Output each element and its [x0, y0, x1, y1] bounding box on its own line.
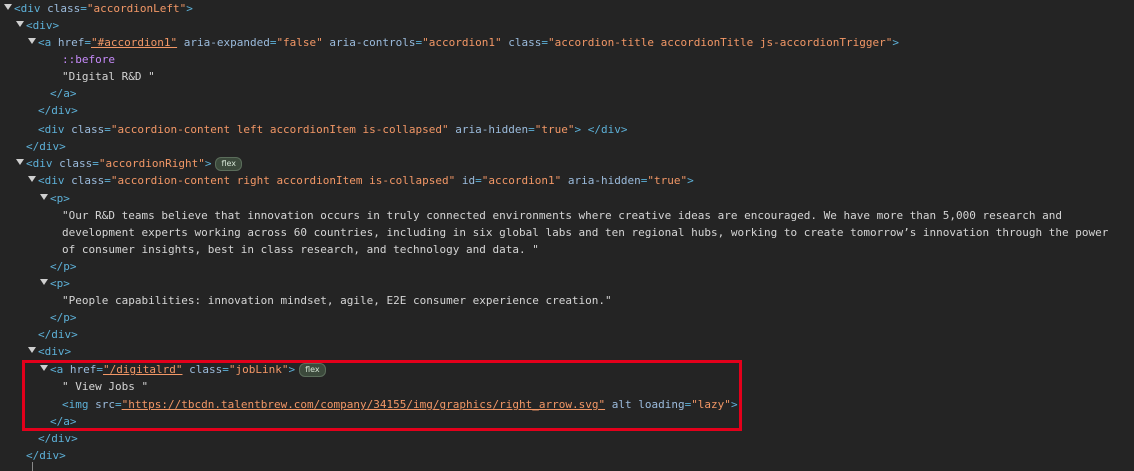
dom-node-pseudo-before[interactable]: ::before	[62, 51, 115, 68]
dom-text-node[interactable]: " View Jobs "	[62, 378, 148, 395]
expand-triangle-icon[interactable]	[28, 347, 36, 353]
dom-tree-panel: <div class="accordionLeft"> <div> <a hre…	[0, 0, 1134, 471]
dom-node-accordion-right[interactable]: <div class="accordionRight"> flex	[26, 155, 243, 172]
expand-triangle-icon[interactable]	[28, 176, 36, 182]
dom-text-node[interactable]: "Digital R&D "	[62, 68, 155, 85]
dom-closing-tag[interactable]: </p>	[50, 258, 77, 275]
tree-guide-line	[32, 462, 42, 471]
dom-node-paragraph[interactable]: <p>	[50, 190, 70, 207]
expand-triangle-icon[interactable]	[16, 159, 24, 165]
dom-closing-tag[interactable]: </div>	[26, 138, 66, 155]
dom-node-accordion-content-right[interactable]: <div class="accordion-content right acco…	[38, 172, 694, 189]
dom-node-paragraph[interactable]: <p>	[50, 275, 70, 292]
dom-node-accordion-left[interactable]: <div class="accordionLeft">	[14, 0, 193, 17]
dom-node-div[interactable]: <div>	[26, 17, 59, 34]
dom-node-div[interactable]: <div>	[38, 343, 71, 360]
dom-closing-tag[interactable]: </a>	[50, 413, 77, 430]
expand-triangle-icon[interactable]	[28, 38, 36, 44]
dom-closing-tag[interactable]: </div>	[38, 102, 78, 119]
dom-closing-tag[interactable]: </div>	[38, 430, 78, 447]
flex-badge[interactable]: flex	[215, 157, 243, 171]
dom-text-node[interactable]: "People capabilities: innovation mindset…	[62, 292, 612, 309]
dom-closing-tag[interactable]: </a>	[50, 85, 77, 102]
expand-triangle-icon[interactable]	[40, 365, 48, 371]
expand-triangle-icon[interactable]	[16, 21, 24, 27]
dom-node-accordion-content-left[interactable]: <div class="accordion-content left accor…	[38, 121, 627, 138]
dom-text-node[interactable]: "Our R&D teams believe that innovation o…	[62, 207, 1128, 258]
expand-triangle-icon[interactable]	[40, 279, 48, 285]
dom-closing-tag[interactable]: </p>	[50, 309, 77, 326]
dom-node-joblink[interactable]: <a href="/digitalrd" class="jobLink"> fle…	[50, 361, 326, 378]
expand-triangle-icon[interactable]	[40, 194, 48, 200]
dom-closing-tag[interactable]: </div>	[38, 326, 78, 343]
dom-node-img[interactable]: <img src="https://tbcdn.talentbrew.com/c…	[62, 396, 738, 413]
expand-triangle-icon[interactable]	[4, 4, 12, 10]
flex-badge[interactable]: flex	[299, 363, 326, 377]
dom-node-accordion-title-link[interactable]: <a href="#accordion1" aria-expanded="fal…	[38, 34, 899, 51]
